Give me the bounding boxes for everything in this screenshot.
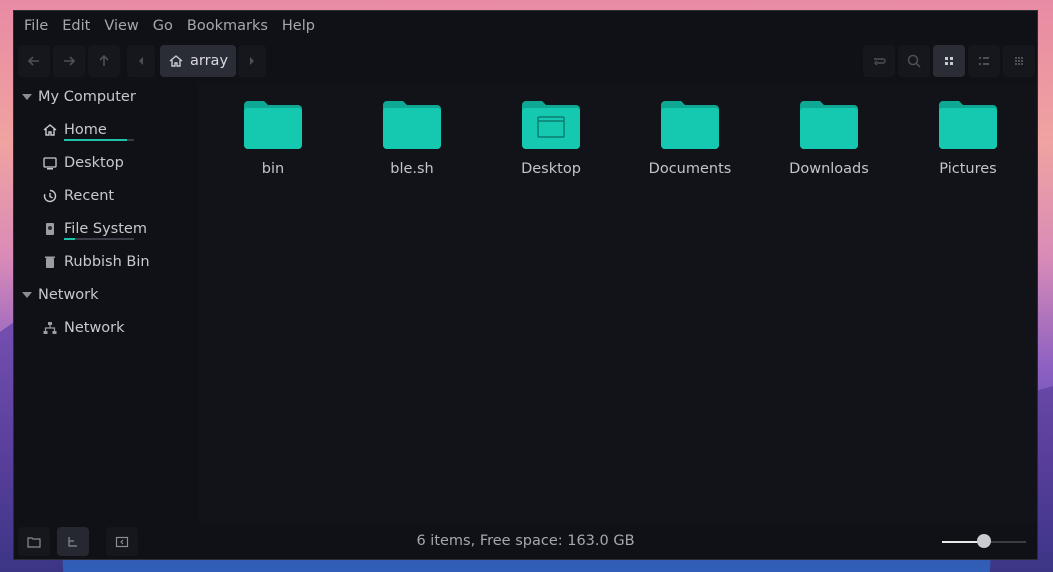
file-name: Pictures — [939, 161, 997, 177]
menu-view[interactable]: View — [98, 18, 144, 34]
status-text: 6 items, Free space: 163.0 GB — [416, 533, 635, 549]
list-view-button[interactable] — [968, 45, 1000, 77]
section-label: Network — [38, 287, 99, 303]
toggle-location-icon — [874, 58, 886, 66]
back-icon — [27, 56, 39, 66]
compact-view-button[interactable] — [1003, 45, 1035, 77]
forward-button[interactable] — [53, 45, 85, 77]
file-system-usage-fill — [64, 238, 75, 240]
folder-pictures[interactable]: Pictures — [913, 101, 1023, 191]
sidebar-item-label: File System — [64, 221, 147, 237]
breadcrumb-label: array — [190, 53, 229, 69]
desktop-folder-icon — [522, 101, 580, 149]
home-icon — [169, 55, 183, 67]
file-name: Documents — [648, 161, 732, 177]
search-icon — [907, 54, 921, 68]
file-name: bin — [261, 161, 285, 177]
sidebar-item-label: Recent — [64, 188, 115, 204]
folder-bin[interactable]: bin — [218, 101, 328, 191]
prev-crumb-icon — [139, 57, 143, 65]
sidebar-item-recent[interactable]: Recent — [42, 184, 114, 208]
forward-icon — [64, 56, 76, 66]
sidebar-item-label: Rubbish Bin — [64, 254, 150, 270]
home-usage-fill — [64, 139, 127, 141]
sidebar-item-network[interactable]: Network — [42, 316, 125, 340]
sidebar-section-my-computer[interactable]: My Computer — [22, 85, 136, 109]
drive-icon — [46, 223, 54, 235]
back-button[interactable] — [18, 45, 50, 77]
sidebar-item-label: Home — [64, 122, 107, 138]
list-view-icon — [979, 57, 989, 65]
sidebar-section-network[interactable]: Network — [22, 283, 99, 307]
file-name: ble.sh — [390, 161, 434, 177]
sidebar: My Computer Home Desktop Recent File Sys… — [14, 83, 196, 523]
folder-documents[interactable]: Documents — [635, 101, 745, 191]
zoom-slider-handle[interactable] — [977, 534, 991, 548]
folder-icon — [383, 101, 441, 149]
folder-desktop[interactable]: Desktop — [496, 101, 606, 191]
menubar: File Edit View Go Bookmarks Help — [14, 11, 1037, 41]
up-icon — [99, 54, 109, 66]
folder-icon — [800, 101, 858, 149]
sidebar-item-rubbish-bin[interactable]: Rubbish Bin — [42, 250, 150, 274]
breadcrumb-array[interactable]: array — [160, 45, 236, 77]
toolbar: array — [14, 41, 1037, 81]
compact-view-icon — [1015, 57, 1023, 65]
menu-edit[interactable]: Edit — [56, 18, 96, 34]
file-name: Downloads — [789, 161, 869, 177]
next-crumb-icon — [250, 57, 254, 65]
icon-view-button[interactable] — [933, 45, 965, 77]
home-usage-bar — [64, 139, 134, 141]
expand-icon — [22, 292, 32, 298]
file-system-usage-bar — [64, 238, 134, 240]
desktop-icon — [43, 157, 57, 170]
folder-icon — [939, 101, 997, 149]
menu-bookmarks[interactable]: Bookmarks — [181, 18, 274, 34]
icon-view-icon — [945, 57, 953, 65]
recent-icon — [43, 189, 57, 203]
file-name: Desktop — [521, 161, 581, 177]
sidebar-item-desktop[interactable]: Desktop — [42, 151, 124, 175]
sidebar-item-label: Network — [64, 320, 125, 336]
trash-icon — [45, 256, 55, 268]
folder-ble-sh[interactable]: ble.sh — [357, 101, 467, 191]
section-label: My Computer — [38, 89, 136, 105]
network-icon — [43, 322, 57, 334]
menu-file[interactable]: File — [18, 18, 54, 34]
folder-icon — [661, 101, 719, 149]
file-view: bin ble.sh Desktop Documents Downloads P… — [198, 83, 1037, 523]
search-button[interactable] — [898, 45, 930, 77]
home-icon — [43, 124, 57, 136]
up-button[interactable] — [88, 45, 120, 77]
expand-icon — [22, 94, 32, 100]
folder-downloads[interactable]: Downloads — [774, 101, 884, 191]
sidebar-item-label: Desktop — [64, 155, 124, 171]
prev-crumb-button[interactable] — [127, 45, 155, 77]
file-manager-window: File Edit View Go Bookmarks Help array M… — [13, 10, 1038, 560]
folder-icon — [244, 101, 302, 149]
statusbar: 6 items, Free space: 163.0 GB — [14, 523, 1037, 559]
toggle-location-button[interactable] — [863, 45, 895, 77]
next-crumb-button[interactable] — [238, 45, 266, 77]
menu-go[interactable]: Go — [147, 18, 179, 34]
menu-help[interactable]: Help — [276, 18, 321, 34]
